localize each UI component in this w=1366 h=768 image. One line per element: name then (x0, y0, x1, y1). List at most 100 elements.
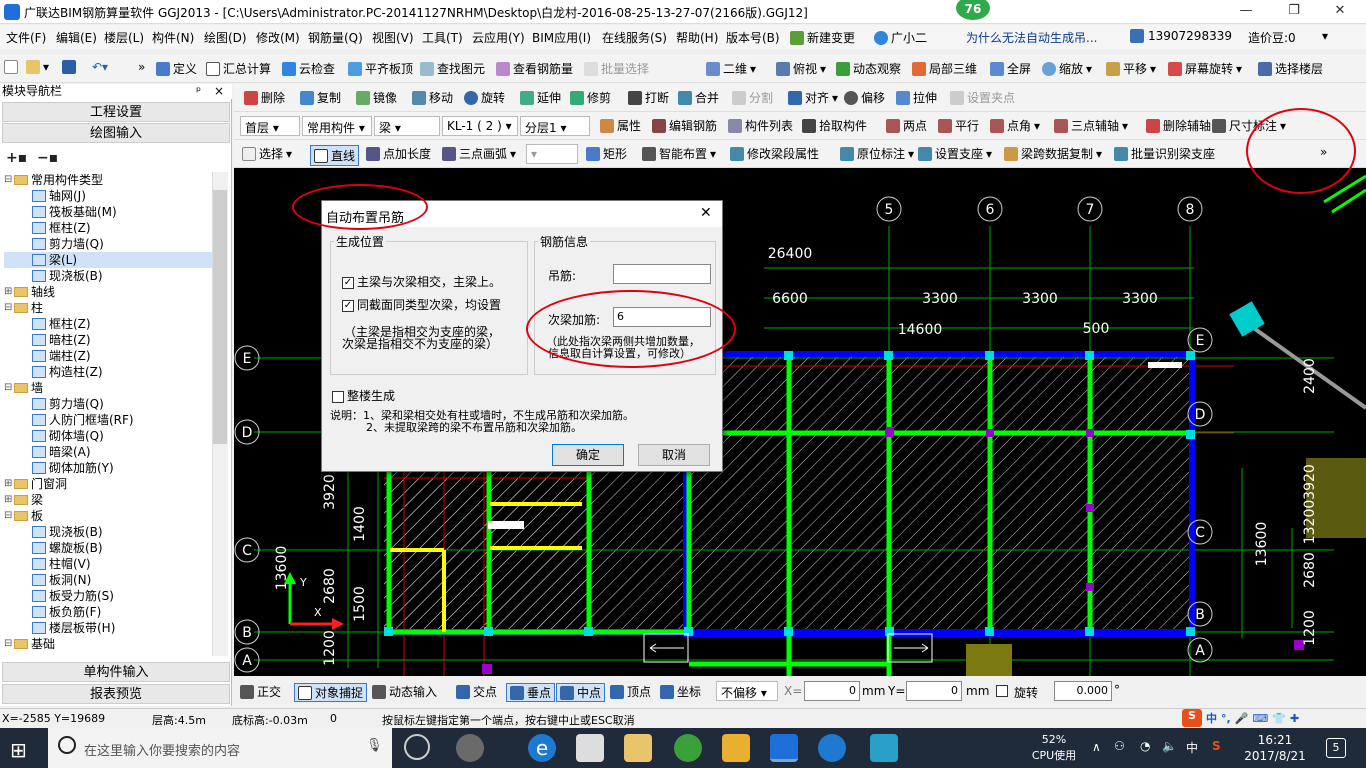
vertex-snap[interactable]: 顶点 (610, 683, 651, 700)
set-support-button[interactable]: 设置支座 ▾ (918, 145, 992, 162)
perpendicular-snap[interactable]: 垂点 (506, 683, 556, 702)
menu-bim[interactable]: BIM应用(I) (532, 29, 591, 46)
more-icon[interactable]: » (138, 60, 145, 74)
tree-scrollbar-thumb[interactable] (213, 190, 227, 444)
keyboard-icon[interactable]: ⌨ (1252, 712, 1268, 725)
taskview-icon[interactable] (404, 734, 430, 760)
expand-icon[interactable]: ⊞ (4, 284, 14, 300)
x-input[interactable]: 0 (804, 681, 860, 701)
collapse-icon[interactable]: ⊟ (4, 300, 14, 316)
edge-icon[interactable]: e (528, 734, 556, 762)
tree-folder[interactable]: ⊟ 常用构件类型 (4, 172, 212, 188)
tree-item[interactable]: 筏板基础(M) (4, 204, 212, 220)
pan-button[interactable]: 平移 ▾ (1106, 60, 1156, 77)
microphone-icon[interactable]: 🎙 (366, 738, 383, 753)
option-main-secondary[interactable]: ✓ 主梁与次梁相交，主梁上。 (342, 273, 501, 290)
undo-icon[interactable]: ↶▾ (92, 60, 108, 74)
mirror-button[interactable]: 镜像 (356, 89, 397, 106)
option-same-section[interactable]: ✓ 同截面同类型次梁，均设置 (342, 296, 501, 313)
summary-button[interactable]: 汇总计算 (206, 60, 271, 77)
stretch-button[interactable]: 拉伸 (896, 89, 937, 106)
midpoint-snap[interactable]: 中点 (556, 683, 606, 702)
person-tray-icon[interactable]: ⚇ (1114, 739, 1125, 753)
t-app-icon[interactable] (870, 734, 898, 762)
ok-button[interactable]: 确定 (552, 444, 624, 466)
point-angle-button[interactable]: 点角 ▾ (990, 117, 1040, 134)
app-360-icon[interactable] (456, 734, 484, 762)
menu-tools[interactable]: 工具(T) (422, 29, 463, 46)
menu-cloud[interactable]: 云应用(Y) (472, 29, 525, 46)
tree-folder[interactable]: ⊟ 墙 (4, 380, 212, 396)
question-link[interactable]: 为什么无法自动生成吊... (966, 29, 1097, 46)
y-input[interactable]: 0 (906, 681, 962, 701)
cloud-check-button[interactable]: 云检查 (282, 60, 335, 77)
menu-modify[interactable]: 修改(M) (256, 29, 300, 46)
select-floor-button[interactable]: 选择楼层 (1258, 60, 1323, 77)
menu-new-change[interactable]: 新建变更 (790, 29, 855, 46)
cancel-button[interactable]: 取消 (638, 444, 710, 466)
expand-all-icon[interactable]: +▪ (6, 150, 27, 166)
store-icon[interactable] (576, 734, 604, 762)
tray-chevron-icon[interactable]: ∧ (1092, 740, 1101, 754)
tree-item[interactable]: 砌体墙(Q) (4, 428, 212, 444)
menu-version[interactable]: 版本号(B) (726, 29, 780, 46)
menu-assistant[interactable]: 广小二 (874, 29, 927, 46)
expand-menu-icon[interactable]: ▾ (1322, 29, 1328, 43)
fullscreen-button[interactable]: 全屏 (990, 60, 1031, 77)
collapse-icon[interactable]: ⊟ (4, 508, 14, 524)
expand-icon[interactable]: ⊞ (4, 476, 14, 492)
select-button[interactable]: 选择 ▾ (242, 145, 292, 162)
rotate-button[interactable]: 旋转 (464, 89, 505, 106)
define-button[interactable]: 定义 (156, 60, 197, 77)
copy-button[interactable]: 复制 (300, 89, 341, 106)
rotate-screen-button[interactable]: 屏幕旋转 ▾ (1168, 60, 1242, 77)
tools-icon[interactable]: ✚ (1290, 712, 1299, 725)
checkbox-same-section[interactable]: ✓ (342, 299, 354, 312)
edit-rebar-button[interactable]: 编辑钢筋 (652, 117, 717, 134)
batch-identify-button[interactable]: 批量识别梁支座 (1114, 145, 1215, 162)
offset-button[interactable]: 偏移 (844, 89, 885, 106)
rotate-checkbox[interactable] (996, 685, 1008, 697)
checkbox-main-secondary[interactable]: ✓ (342, 276, 354, 289)
whole-building-option[interactable]: 整楼生成 (332, 387, 395, 404)
tree-item[interactable]: 暗梁(A) (4, 444, 212, 460)
maximize-button[interactable]: ❐ (1274, 2, 1314, 22)
tree-folder[interactable]: ⊟ 基础 (4, 636, 212, 652)
browser-360-icon[interactable] (674, 734, 702, 762)
collapse-icon[interactable]: ⊟ (4, 172, 14, 188)
report-preview-button[interactable]: 报表预览 (2, 684, 230, 704)
tree-folder[interactable]: ⊟ 柱 (4, 300, 212, 316)
project-settings-button[interactable]: 工程设置 (2, 102, 230, 122)
component-select[interactable]: KL-1 ( 2 ) ▾ (442, 116, 518, 136)
view-2d-select[interactable]: 二维 ▾ (706, 60, 756, 77)
pin-icon[interactable]: ᵖ (196, 84, 201, 99)
object-snap-toggle[interactable]: 对象捕捉 (294, 683, 368, 702)
tree-item[interactable]: 板洞(N) (4, 572, 212, 588)
collapse-all-icon[interactable]: −▪ (37, 150, 58, 166)
line-button[interactable]: 直线 (310, 145, 360, 166)
tree-item[interactable]: 现浇板(B) (4, 524, 212, 540)
two-point-button[interactable]: 两点 (886, 117, 927, 134)
ortho-toggle[interactable]: 正交 (240, 683, 281, 700)
ime-tray-lang[interactable]: 中 (1186, 739, 1198, 756)
tree-item[interactable]: 梁(L) (4, 252, 212, 268)
tree-item[interactable]: 框柱(Z) (4, 316, 212, 332)
tree-item[interactable]: 剪力墙(Q) (4, 236, 212, 252)
tree-item[interactable]: 剪力墙(Q) (4, 396, 212, 412)
extend-button[interactable]: 延伸 (520, 89, 561, 106)
align-button[interactable]: 对齐 ▾ (788, 89, 838, 106)
three-point-axis-button[interactable]: 三点辅轴 ▾ (1054, 117, 1128, 134)
component-type-select[interactable]: 梁 ▾ (374, 116, 440, 136)
delete-axis-button[interactable]: 删除辅轴▾ (1146, 117, 1220, 134)
find-element-button[interactable]: 查找图元 (420, 60, 485, 77)
points-balance[interactable]: 造价豆:0 (1248, 29, 1296, 46)
collapse-icon[interactable]: ⊟ (4, 636, 14, 652)
hanger-input[interactable] (613, 264, 711, 284)
ime-toolbar[interactable]: S 中 °, 🎤 ⌨ 👕 ✚ (1182, 709, 1299, 727)
menu-rebar[interactable]: 钢筋量(Q) (308, 29, 363, 46)
tree-item[interactable]: 板受力筋(S) (4, 588, 212, 604)
network-icon[interactable]: ◔ (1140, 739, 1150, 753)
close-button[interactable]: ✕ (1320, 2, 1360, 22)
minimize-button[interactable]: — (1226, 2, 1266, 22)
notes-icon[interactable] (722, 734, 750, 762)
